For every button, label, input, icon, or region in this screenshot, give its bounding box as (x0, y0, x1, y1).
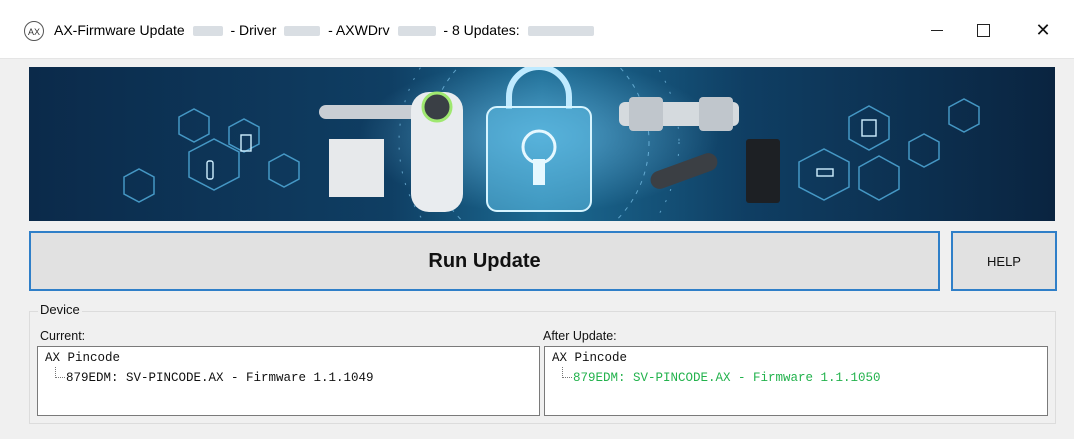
tree-child-node-updated[interactable]: 879EDM: SV-PINCODE.AX - Firmware 1.1.105… (573, 371, 881, 385)
title-bar: AX AX-Firmware Update - Driver - AXWDrv … (0, 0, 1074, 59)
tree-root-node[interactable]: AX Pincode (45, 351, 120, 365)
title-app-name: AX-Firmware Update (54, 22, 185, 38)
window-title: AX-Firmware Update - Driver - AXWDrv - 8… (54, 22, 598, 38)
redacted-update-date (527, 26, 594, 37)
after-update-device-tree[interactable]: AX Pincode 879EDM: SV-PINCODE.AX - Firmw… (544, 346, 1048, 416)
hexagon-pattern-right (798, 98, 980, 201)
device-group-label: Device (38, 302, 82, 317)
title-axwdrv-label: - AXWDrv (328, 22, 390, 38)
title-driver-label: - Driver (230, 22, 277, 38)
tree-root-node[interactable]: AX Pincode (552, 351, 627, 365)
redacted-version (192, 26, 223, 37)
close-button[interactable]: ✕ (1020, 12, 1066, 48)
hexagon-pattern-left (123, 108, 300, 203)
maximize-button[interactable] (960, 12, 1006, 48)
banner-illustration (123, 67, 980, 221)
app-logo-icon: AX (24, 21, 44, 41)
redacted-axwdrv-version (397, 26, 436, 37)
lock-cylinder-illustration (619, 97, 739, 131)
help-button[interactable]: HELP (951, 231, 1057, 291)
title-updates-label: - 8 Updates: (443, 22, 520, 38)
card-reader-illustration (746, 139, 780, 203)
wall-box-illustration (329, 139, 384, 197)
redacted-driver-version (284, 26, 321, 37)
run-update-button[interactable]: Run Update (29, 231, 940, 291)
minimize-icon (931, 29, 943, 31)
maximize-icon (976, 23, 990, 37)
tree-connector (562, 367, 572, 378)
tree-child-node[interactable]: 879EDM: SV-PINCODE.AX - Firmware 1.1.104… (66, 371, 374, 385)
after-update-label: After Update: (543, 329, 617, 343)
minimize-button[interactable] (914, 12, 960, 48)
product-banner (29, 67, 1055, 221)
close-icon: ✕ (1035, 20, 1051, 40)
current-label: Current: (40, 329, 86, 343)
tree-connector (55, 367, 65, 378)
current-device-tree[interactable]: AX Pincode 879EDM: SV-PINCODE.AX - Firmw… (37, 346, 540, 416)
